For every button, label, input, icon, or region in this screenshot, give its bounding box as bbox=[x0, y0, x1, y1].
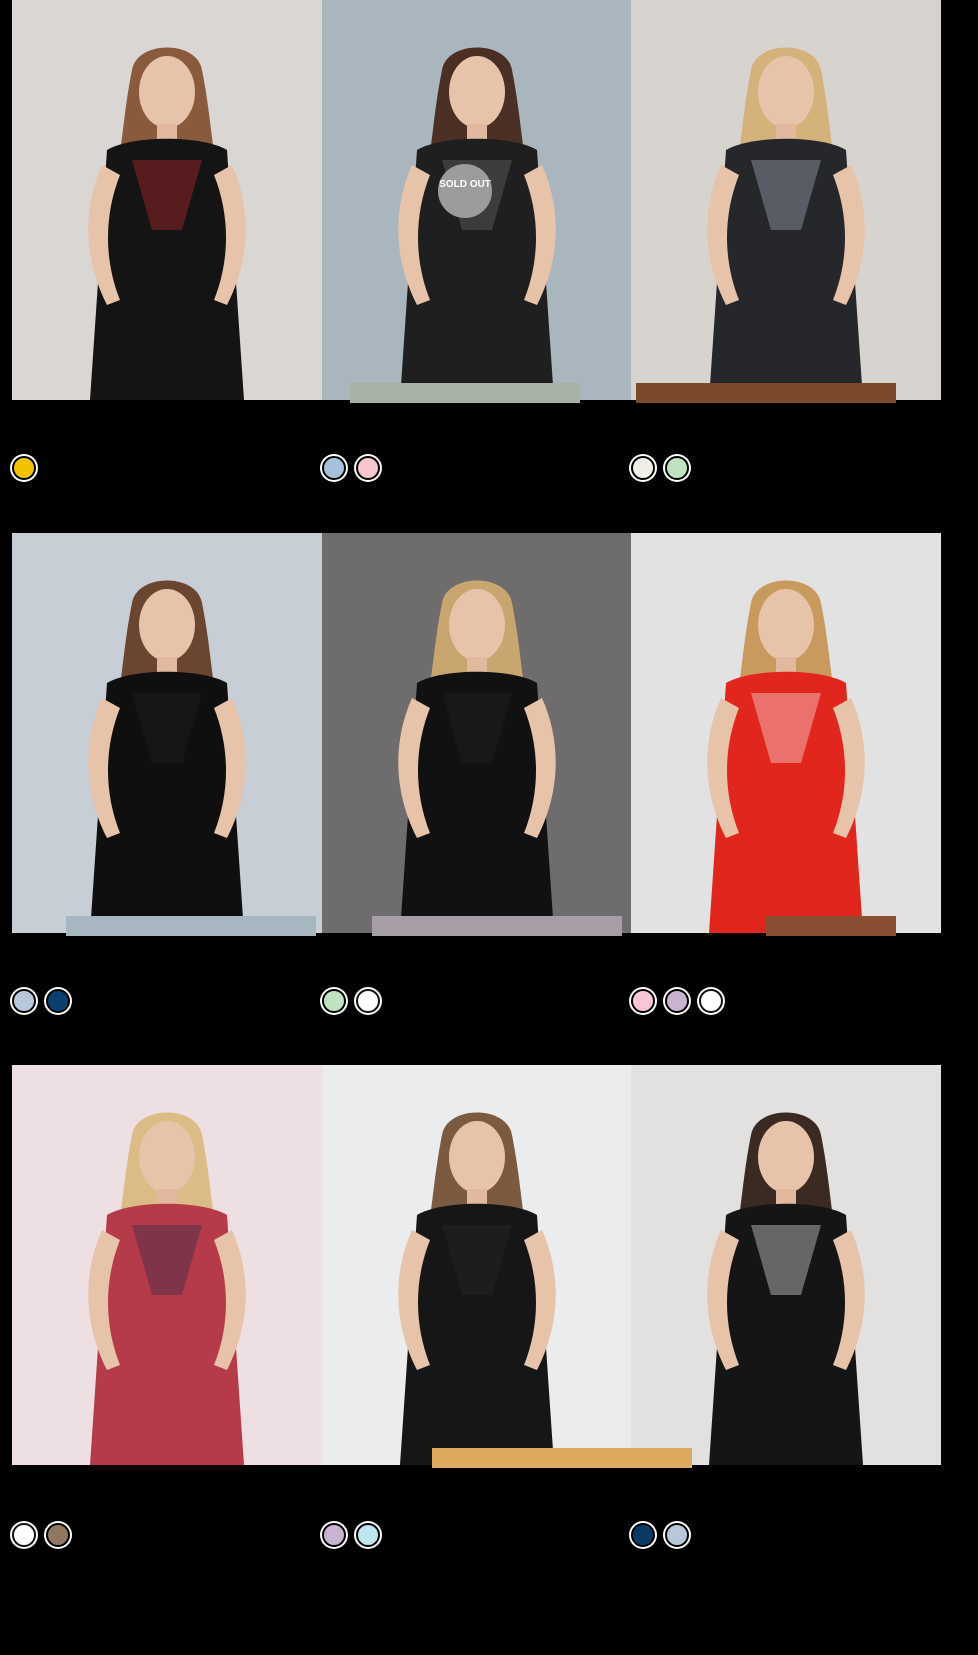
product-image[interactable]: SOLD OUT bbox=[322, 0, 632, 400]
image-edge-artifact bbox=[636, 383, 896, 403]
color-swatch[interactable] bbox=[665, 989, 689, 1013]
color-swatch[interactable] bbox=[631, 1523, 655, 1547]
product-image[interactable] bbox=[322, 1065, 632, 1465]
color-swatch[interactable] bbox=[12, 989, 36, 1013]
color-swatch[interactable] bbox=[12, 1523, 36, 1547]
color-swatch[interactable] bbox=[665, 456, 689, 480]
product-grid: SOLD OUT bbox=[0, 0, 978, 1655]
color-swatch[interactable] bbox=[322, 456, 346, 480]
color-swatches bbox=[631, 1523, 689, 1547]
image-edge-artifact bbox=[350, 383, 580, 403]
product-info bbox=[12, 400, 322, 540]
color-swatches bbox=[12, 989, 70, 1013]
color-swatch[interactable] bbox=[699, 989, 723, 1013]
color-swatches bbox=[12, 456, 36, 480]
color-swatches bbox=[322, 456, 380, 480]
image-edge-artifact bbox=[372, 916, 622, 936]
color-swatch[interactable] bbox=[12, 456, 36, 480]
color-swatch[interactable] bbox=[665, 1523, 689, 1547]
product-image[interactable] bbox=[12, 1065, 322, 1465]
product-image[interactable] bbox=[322, 533, 632, 933]
color-swatch[interactable] bbox=[356, 989, 380, 1013]
color-swatches bbox=[631, 456, 689, 480]
image-edge-artifact bbox=[66, 916, 316, 936]
product-image[interactable] bbox=[631, 0, 941, 400]
color-swatch[interactable] bbox=[46, 989, 70, 1013]
color-swatch[interactable] bbox=[322, 989, 346, 1013]
color-swatch[interactable] bbox=[356, 456, 380, 480]
color-swatches bbox=[631, 989, 723, 1013]
image-edge-artifact bbox=[432, 1448, 692, 1468]
color-swatch[interactable] bbox=[631, 989, 655, 1013]
color-swatch[interactable] bbox=[46, 1523, 70, 1547]
color-swatch[interactable] bbox=[322, 1523, 346, 1547]
product-image[interactable] bbox=[12, 533, 322, 933]
sold-out-badge: SOLD OUT bbox=[438, 164, 492, 218]
color-swatches bbox=[322, 1523, 380, 1547]
image-edge-artifact bbox=[766, 916, 896, 936]
color-swatch[interactable] bbox=[631, 456, 655, 480]
color-swatches bbox=[12, 1523, 70, 1547]
product-image[interactable] bbox=[12, 0, 322, 400]
product-image[interactable] bbox=[631, 533, 941, 933]
color-swatches bbox=[322, 989, 380, 1013]
product-image[interactable] bbox=[631, 1065, 941, 1465]
color-swatch[interactable] bbox=[356, 1523, 380, 1547]
